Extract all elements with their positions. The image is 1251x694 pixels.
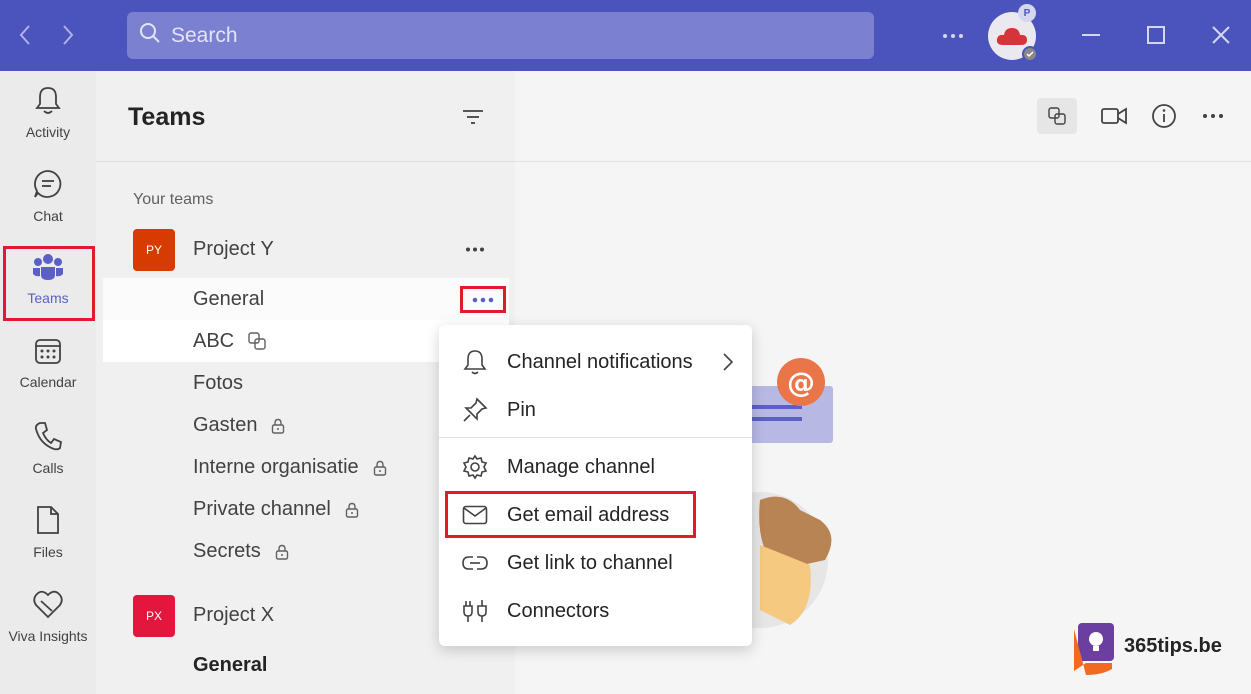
rail-label-chat: Chat	[33, 208, 63, 224]
team-name: Project Y	[193, 238, 274, 260]
team-avatar-px: PX	[133, 595, 175, 637]
viva-insights-icon	[32, 589, 64, 624]
menu-item-channel-notifications[interactable]: Channel notifications	[439, 339, 752, 385]
channel-label: General	[193, 653, 268, 676]
svg-text:@: @	[787, 366, 815, 399]
chat-icon	[33, 169, 63, 204]
menu-label: Pin	[507, 398, 536, 421]
rail-item-chat[interactable]: Chat	[0, 155, 96, 235]
info-icon[interactable]	[1144, 98, 1184, 134]
bell-icon	[34, 85, 62, 120]
channel-label: Fotos	[193, 371, 244, 394]
menu-item-connectors[interactable]: Connectors	[439, 588, 752, 634]
rail-item-calls[interactable]: Calls	[0, 407, 96, 487]
file-icon	[35, 505, 61, 540]
panel-title: Teams	[128, 103, 206, 131]
channel-context-menu: Channel notifications Pin Manage channel…	[439, 325, 752, 646]
menu-item-pin[interactable]: Pin	[439, 387, 752, 433]
pin-icon	[461, 396, 489, 424]
header-divider	[515, 161, 1251, 162]
chevron-right-icon	[722, 352, 734, 372]
watermark-text: 365tips.be	[1124, 635, 1222, 657]
panel-divider	[96, 161, 515, 162]
filter-icon[interactable]	[461, 107, 485, 127]
shared-channel-icon	[248, 332, 266, 350]
rail-label-viva-insights: Viva Insights	[8, 628, 88, 644]
365tips-logo-icon	[1074, 623, 1114, 675]
channel-more-options-button[interactable]	[460, 286, 506, 313]
search-icon	[139, 22, 161, 49]
rail-item-activity[interactable]: Activity	[0, 71, 96, 151]
presence-badge: P	[1018, 4, 1036, 22]
menu-divider	[439, 437, 752, 438]
menu-label: Manage channel	[507, 455, 655, 478]
presence-status-icon	[1022, 46, 1038, 62]
rail-label-calendar: Calendar	[19, 374, 77, 390]
link-icon	[461, 549, 489, 577]
rail-label-calls: Calls	[32, 460, 64, 476]
app-rail: Activity Chat Teams Calendar Calls Files…	[0, 71, 96, 694]
phone-icon	[34, 421, 63, 456]
channel-label: Interne organisatie	[193, 455, 359, 478]
avatar[interactable]: P	[988, 4, 1038, 62]
channel-label: Gasten	[193, 413, 258, 436]
rail-label-activity: Activity	[25, 124, 71, 140]
menu-item-manage-channel[interactable]: Manage channel	[439, 444, 752, 490]
channel-label: General	[193, 287, 265, 310]
more-options-icon[interactable]	[938, 24, 968, 48]
bell-icon	[461, 348, 489, 376]
lock-icon	[373, 459, 387, 476]
shared-channel-header-icon[interactable]	[1037, 98, 1077, 134]
teams-app: Search P Activity Chat Teams Calendar Ca…	[0, 0, 1251, 694]
rail-label-files: Files	[33, 544, 63, 560]
menu-item-get-link-to-channel[interactable]: Get link to channel	[439, 540, 752, 586]
menu-label: Connectors	[507, 599, 610, 622]
maximize-icon[interactable]	[1143, 22, 1169, 48]
channel-label: Secrets	[193, 539, 261, 562]
forward-arrow-icon[interactable]	[55, 22, 81, 48]
lock-icon	[271, 417, 285, 434]
team-avatar-py: PY	[133, 229, 175, 271]
team-more-options-icon[interactable]	[462, 239, 488, 259]
channel-label: ABC	[193, 329, 235, 352]
team-row-project-y[interactable]: PY Project Y	[96, 229, 515, 275]
minimize-icon[interactable]	[1078, 22, 1104, 48]
lock-icon	[275, 543, 289, 560]
search-placeholder: Search	[171, 23, 238, 47]
menu-label: Get link to channel	[507, 551, 673, 574]
lock-icon	[345, 501, 359, 518]
connectors-icon	[461, 597, 489, 625]
calendar-icon	[34, 337, 62, 370]
rail-teams-highlight	[3, 246, 95, 321]
video-camera-icon[interactable]	[1094, 98, 1134, 134]
rail-item-calendar[interactable]: Calendar	[0, 323, 96, 403]
channel-label: Private channel	[193, 497, 331, 520]
back-arrow-icon[interactable]	[12, 22, 38, 48]
team-name: Project X	[193, 604, 275, 626]
more-options-icon[interactable]	[1193, 98, 1233, 134]
channel-general-project-x[interactable]: General	[103, 644, 509, 686]
rail-item-files[interactable]: Files	[0, 491, 96, 571]
gear-icon	[461, 453, 489, 481]
watermark-365tips: 365tips.be	[1072, 617, 1247, 677]
get-email-address-highlight	[445, 491, 696, 538]
rail-item-viva-insights[interactable]: Viva Insights	[0, 575, 96, 655]
search-input[interactable]: Search	[127, 12, 874, 59]
menu-label: Channel notifications	[507, 350, 693, 373]
your-teams-label: Your teams	[133, 191, 214, 208]
channel-general[interactable]: General	[103, 278, 509, 320]
cloud-icon	[996, 28, 1027, 45]
close-icon[interactable]	[1208, 22, 1234, 48]
title-bar: Search P	[0, 0, 1251, 71]
